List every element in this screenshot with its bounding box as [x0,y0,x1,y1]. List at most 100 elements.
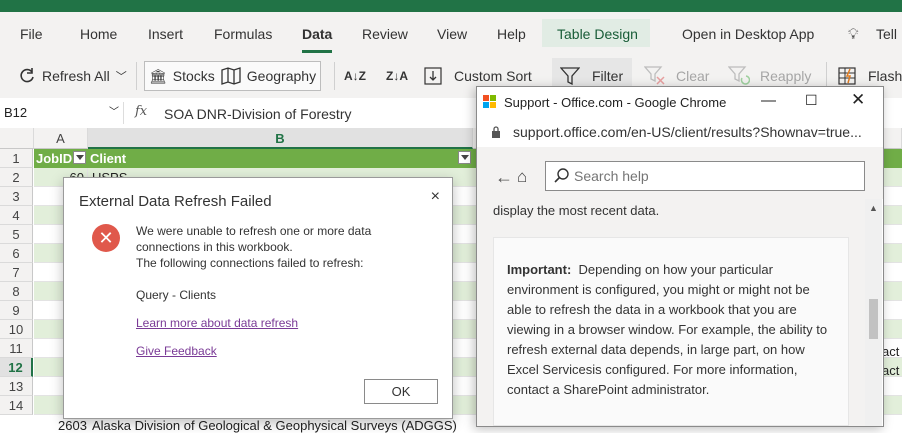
chevron-down-icon: ﹀ [115,71,127,83]
name-box-value: B12 [4,105,28,120]
learn-more-link[interactable]: Learn more about data refresh [136,316,298,330]
row-header[interactable]: 3 [0,187,33,206]
address-bar[interactable]: support.office.com/en-US/client/results?… [477,117,883,147]
custom-sort-button[interactable]: Custom Sort [424,64,532,88]
refresh-all-button[interactable]: Refresh All ﹀ [18,64,127,88]
close-icon[interactable]: × [431,188,440,206]
ok-button[interactable]: OK [364,379,438,404]
tab-view[interactable]: View [437,26,467,42]
tab-insert[interactable]: Insert [148,26,183,42]
reapply-button[interactable]: Reapply [728,64,811,88]
row-header[interactable]: 4 [0,206,33,225]
sort-az-icon: A↓Z [344,69,366,83]
search-help-input[interactable] [572,167,856,185]
tab-review[interactable]: Review [362,26,408,42]
help-article-content: display the most recent data. Important:… [477,199,865,426]
geography-button[interactable]: Geography [247,68,316,84]
filter-dropdown-icon[interactable] [458,151,471,164]
header-jobid-label: JobID [36,151,73,166]
clear-filter-button[interactable]: Clear [644,64,709,88]
filter-label: Filter [592,68,624,84]
tab-table-design-label: Table Design [557,26,638,42]
active-tab-indicator [302,50,332,53]
cell-jobid-bottom[interactable]: 2603 [58,418,87,433]
tell-me-search[interactable]: Tell [876,26,897,42]
toolbar-divider [334,62,335,90]
custom-sort-icon [424,67,442,85]
dialog-message-line3: The following connections failed to refr… [136,256,364,270]
select-all-corner[interactable] [0,128,34,149]
formula-bar-input[interactable]: SOA DNR-Division of Forestry [164,106,351,122]
home-icon[interactable]: ⌂ [517,167,527,187]
row-header[interactable]: 6 [0,244,33,263]
tab-table-design[interactable]: Table Design [542,19,650,47]
excel-title-bar [0,0,902,12]
tab-file[interactable]: File [20,26,43,42]
row-header[interactable]: 10 [0,320,33,339]
clear-filter-icon [644,66,665,85]
sort-descending-button[interactable]: Z↓A [386,64,408,88]
header-client-label: Client [90,151,127,166]
chrome-window-title: Support - Office.com - Google Chrome [504,95,727,110]
article-text: display the most recent data. [493,203,660,218]
failed-connection-name: Query - Clients [136,288,217,302]
close-icon[interactable]: ✕ [851,90,865,110]
flash-fill-button[interactable]: Flash [838,64,902,88]
ribbon-tabs: File Home Insert Formulas Data Review Vi… [0,12,902,54]
row-header[interactable]: 8 [0,282,33,301]
lock-icon [492,126,500,138]
map-icon [221,67,241,85]
help-nav-bar: ← ⌂ [477,147,883,199]
dialog-message-line2: connections in this workbook. [136,240,293,254]
minimize-icon[interactable]: — [761,92,776,109]
cell-client-bottom[interactable]: Alaska Division of Geological & Geophysi… [92,418,457,433]
column-header-a[interactable]: A [34,128,88,149]
name-box[interactable]: B12 ﹀ [0,102,124,124]
refresh-icon [20,68,34,83]
sort-ascending-button[interactable]: A↓Z [344,64,366,88]
row-header[interactable]: 9 [0,301,33,320]
lightbulb-icon[interactable]: 💡︎ [848,26,859,43]
column-header-b[interactable]: B [88,128,473,149]
microsoft-logo-icon [483,95,497,109]
dialog-message-line1: We were unable to refresh one or more da… [136,224,372,238]
give-feedback-link[interactable]: Give Feedback [136,344,217,358]
row-header[interactable]: 2 [0,168,33,187]
stocks-icon: 🏛︎ [149,67,167,84]
tab-formulas[interactable]: Formulas [214,26,272,42]
refresh-all-label: Refresh All [42,68,110,84]
search-icon [554,168,569,183]
scrollbar[interactable]: ▲ [865,199,882,426]
tab-data[interactable]: Data [302,26,332,42]
reapply-icon [728,66,750,85]
maximize-icon[interactable]: ☐ [805,92,818,109]
open-in-desktop-app-button[interactable]: Open in Desktop App [682,26,814,42]
row-header[interactable]: 1 [0,149,33,168]
tab-home[interactable]: Home [80,26,117,42]
row-header[interactable]: 5 [0,225,33,244]
clear-label: Clear [676,68,710,84]
table-header-jobid[interactable]: JobID [34,149,88,168]
filter-dropdown-icon[interactable] [73,151,86,164]
chrome-title-bar[interactable]: Support - Office.com - Google Chrome — ☐… [477,87,883,118]
search-box[interactable] [545,161,865,191]
back-arrow-icon[interactable]: ← [495,167,513,188]
flash-fill-icon [838,67,856,85]
sort-za-icon: Z↓A [386,69,408,83]
stocks-button[interactable]: Stocks [173,68,215,84]
filter-button[interactable]: Filter [560,64,623,88]
scrollbar-thumb[interactable] [869,299,878,339]
row-header[interactable]: 11 [0,339,33,358]
reapply-label: Reapply [760,68,812,84]
row-header[interactable]: 13 [0,377,33,396]
scroll-up-icon[interactable]: ▲ [869,203,878,213]
tab-help[interactable]: Help [497,26,526,42]
important-label: Important: [507,262,572,277]
important-note-box: Important: Depending on how your particu… [493,237,849,426]
function-icon[interactable]: fx [135,104,147,119]
row-header[interactable]: 14 [0,396,33,415]
table-header-client[interactable]: Client [88,149,473,168]
error-icon: ✕ [92,224,120,252]
row-header[interactable]: 12 [0,358,33,377]
row-header[interactable]: 7 [0,263,33,282]
